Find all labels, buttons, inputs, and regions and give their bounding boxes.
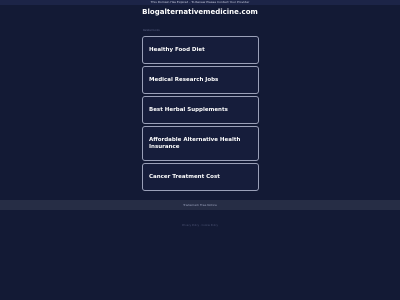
page: This Domain Has Expired - To Renew Pleas…: [0, 0, 400, 300]
related-link-medical-research-jobs[interactable]: Medical Research Jobs: [142, 66, 259, 94]
related-link-cancer-treatment-cost[interactable]: Cancer Treatment Cost: [142, 163, 259, 191]
related-links-label: Related Links: [143, 29, 160, 32]
related-link-label: Affordable Alternative Health Insurance: [149, 136, 241, 150]
footer-links[interactable]: Privacy Policy · Cookie Policy: [0, 224, 400, 228]
related-links-list: Healthy Food Diet Medical Research Jobs …: [142, 36, 259, 193]
related-link-label: Healthy Food Diet: [149, 46, 205, 53]
related-link-affordable-alternative-health-insurance[interactable]: Affordable Alternative Health Insurance: [142, 126, 259, 161]
related-link-best-herbal-supplements[interactable]: Best Herbal Supplements: [142, 96, 259, 124]
related-link-label: Best Herbal Supplements: [149, 106, 228, 113]
expired-notice-text: This Domain Has Expired - To Renew Pleas…: [150, 0, 250, 4]
footer-band-text[interactable]: Trademark Free Notice: [183, 203, 217, 207]
related-link-label: Medical Research Jobs: [149, 76, 219, 83]
footer-band: Trademark Free Notice: [0, 200, 400, 210]
domain-title: Blogalternativemedicine.com: [142, 8, 258, 16]
related-link-label: Cancer Treatment Cost: [149, 173, 220, 180]
related-link-healthy-food-diet[interactable]: Healthy Food Diet: [142, 36, 259, 64]
expired-notice-bar: This Domain Has Expired - To Renew Pleas…: [0, 0, 400, 5]
